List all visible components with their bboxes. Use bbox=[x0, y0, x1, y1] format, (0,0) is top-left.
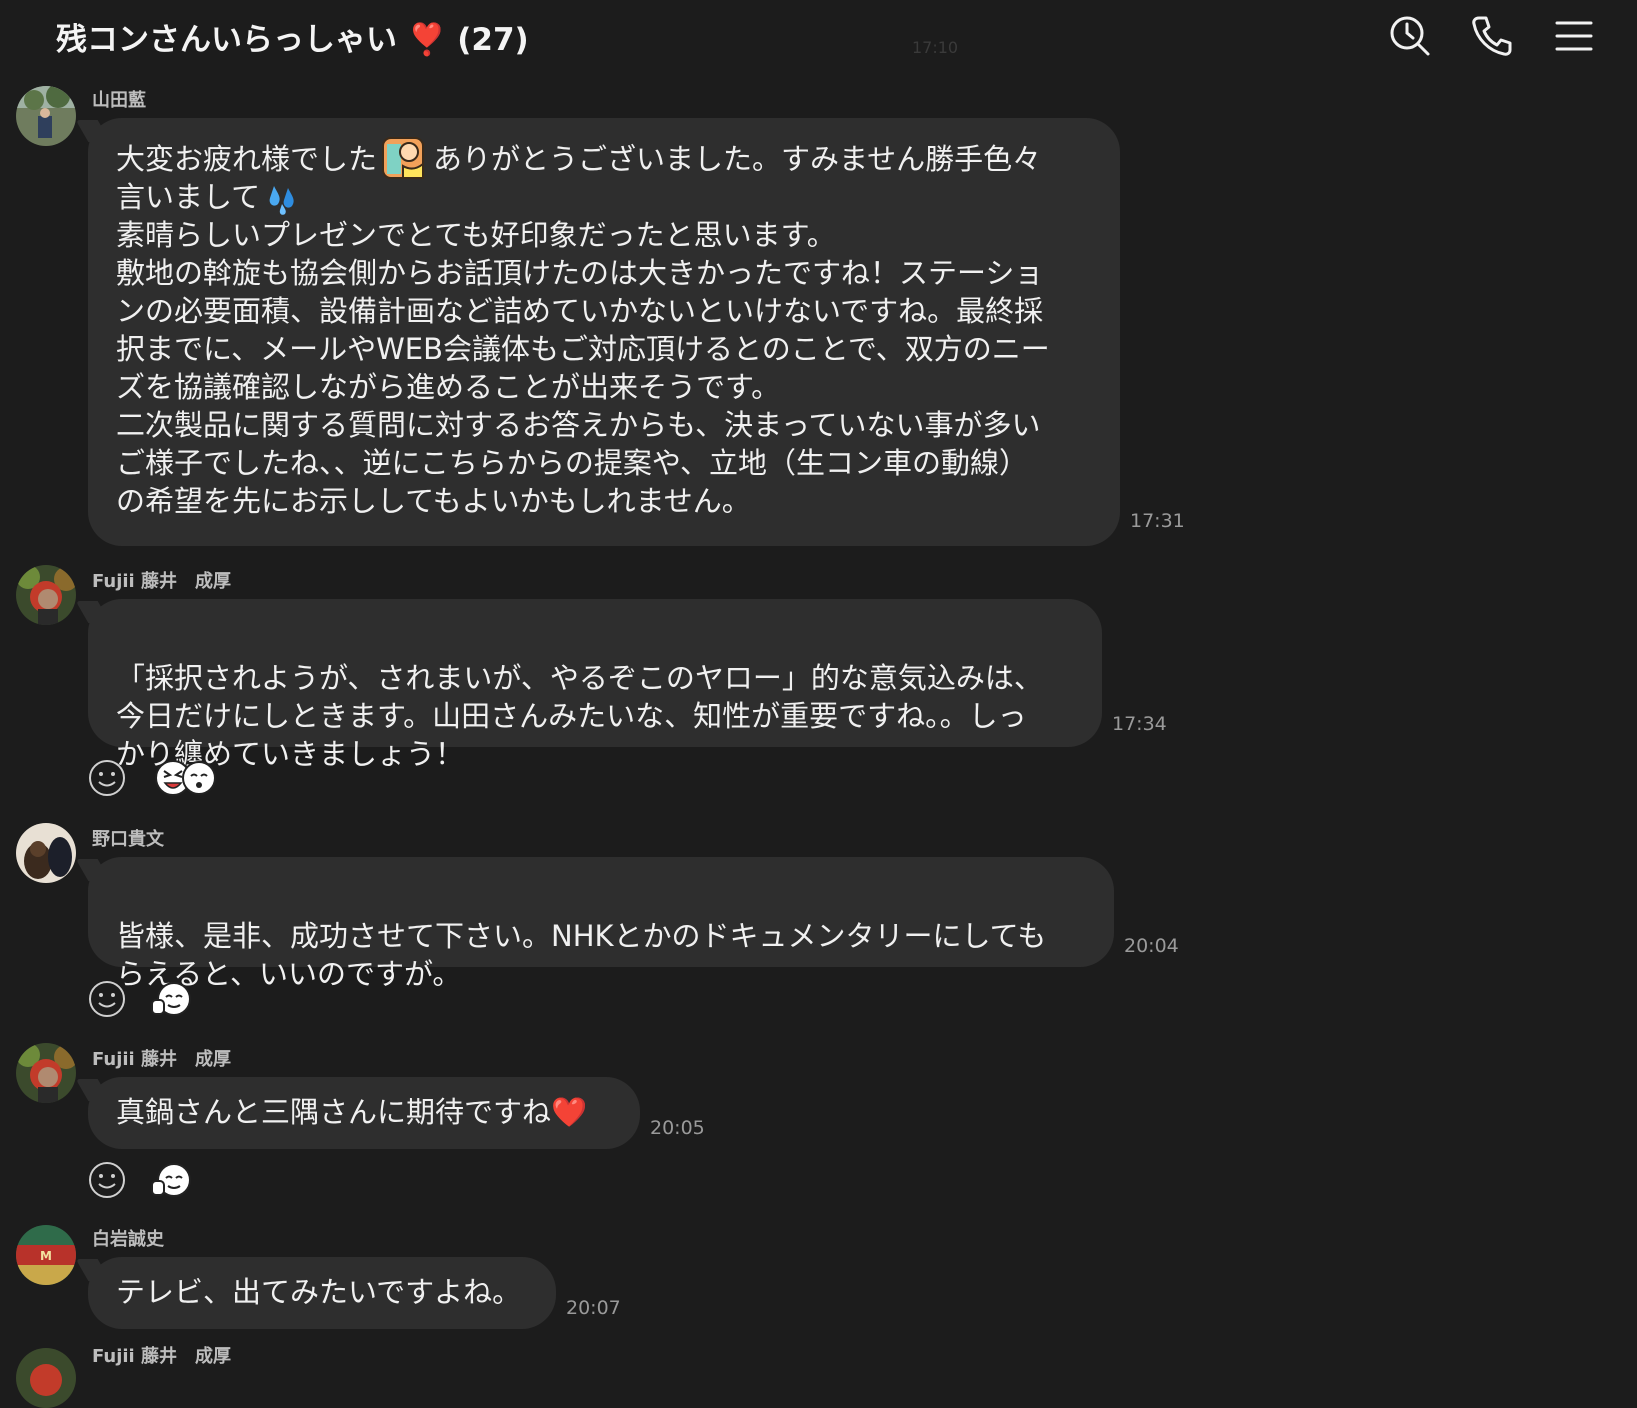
message-text: 言いまして bbox=[116, 180, 261, 214]
laughing-reaction-icon[interactable] bbox=[154, 759, 218, 797]
sweat-drops-icon bbox=[264, 182, 302, 216]
member-count: (27) bbox=[457, 22, 529, 58]
bowing-sticker-icon bbox=[379, 132, 431, 184]
message-text: 真鍋さんと三隅さんに期待ですね bbox=[116, 1095, 552, 1129]
heart-emoji: ❣️ bbox=[407, 22, 447, 58]
red-heart-emoji: ❤️ bbox=[551, 1095, 588, 1129]
message-bubble[interactable]: 大変お疲れ様でした ありがとうございました。すみません勝手色々 言いまして 素晴… bbox=[88, 118, 1120, 546]
clock-search-icon[interactable] bbox=[1388, 14, 1432, 58]
sender-name: Fujii 藤井 成厚 bbox=[92, 1346, 231, 1367]
message-text: 素晴らしいプレゼンでとても好印象だったと思います。 敷地の斡旋も協会側からお話頂… bbox=[116, 218, 1050, 518]
avatar[interactable] bbox=[16, 565, 76, 625]
add-reaction-smile-icon[interactable] bbox=[88, 1161, 126, 1199]
reaction-row bbox=[88, 980, 198, 1020]
reaction-row bbox=[88, 759, 228, 799]
avatar[interactable] bbox=[16, 1043, 76, 1103]
message-bubble[interactable]: 「採択されようが、されまいが、やるぞこのヤロー」的な意気込みは、 今日だけにしと… bbox=[88, 599, 1102, 771]
sender-name: 野口貴文 bbox=[92, 829, 164, 850]
sender-name: Fujii 藤井 成厚 bbox=[92, 1049, 231, 1070]
sender-name: Fujii 藤井 成厚 bbox=[92, 571, 231, 592]
chat-header: 残コンさんいらっしゃい ❣️ (27) 17:10 bbox=[0, 0, 1637, 76]
add-reaction-smile-icon[interactable] bbox=[88, 759, 126, 797]
message-bubble[interactable]: 真鍋さんと三隅さんに期待ですね❤️ bbox=[88, 1077, 640, 1149]
message-time: 20:05 bbox=[650, 1117, 705, 1139]
sender-name: 山田藍 bbox=[92, 90, 146, 111]
avatar[interactable] bbox=[16, 1348, 76, 1408]
avatar[interactable] bbox=[16, 86, 76, 146]
phone-icon[interactable] bbox=[1470, 14, 1514, 58]
chat-title-text: 残コンさんいらっしゃい bbox=[56, 22, 397, 58]
chat-title[interactable]: 残コンさんいらっしゃい ❣️ (27) bbox=[56, 14, 529, 59]
avatar[interactable] bbox=[16, 823, 76, 883]
message-text: 「採択されようが、されまいが、やるぞこのヤロー」的な意気込みは、 今日だけにしと… bbox=[116, 661, 1043, 771]
message-text: テレビ、出てみたいですよね。 bbox=[116, 1275, 522, 1309]
thumbs-up-reaction-icon[interactable] bbox=[150, 980, 192, 1018]
message-time: 17:31 bbox=[1130, 510, 1185, 532]
add-reaction-smile-icon[interactable] bbox=[88, 980, 126, 1018]
ghost-time: 17:10 bbox=[912, 38, 959, 57]
message-text: 大変お疲れ様でした bbox=[116, 142, 378, 176]
sender-name: 白岩誠史 bbox=[92, 1229, 164, 1250]
message-bubble[interactable]: テレビ、出てみたいですよね。 bbox=[88, 1257, 556, 1329]
menu-icon[interactable] bbox=[1552, 14, 1596, 58]
message-time: 17:34 bbox=[1112, 713, 1167, 735]
svg-text:M: M bbox=[40, 1249, 52, 1263]
message-time: 20:07 bbox=[566, 1297, 621, 1319]
message-text: 皆様、是非、成功させて下さい。NHKとかのドキュメンタリーにしても らえると、い… bbox=[116, 919, 1047, 991]
message-text: ありがとうございました。すみません勝手色々 bbox=[433, 142, 1042, 176]
message-time: 20:04 bbox=[1124, 935, 1179, 957]
avatar[interactable]: M bbox=[16, 1225, 76, 1285]
message-bubble[interactable]: 皆様、是非、成功させて下さい。NHKとかのドキュメンタリーにしても らえると、い… bbox=[88, 857, 1114, 991]
reaction-row bbox=[88, 1161, 198, 1201]
thumbs-up-reaction-icon[interactable] bbox=[150, 1161, 192, 1199]
